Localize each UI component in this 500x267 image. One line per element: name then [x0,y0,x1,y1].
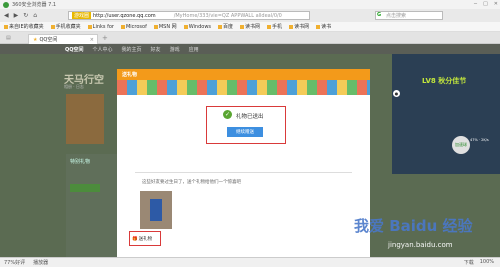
favorite-item[interactable]: 读书 [316,23,331,30]
gift-button-box: 🎁 送礼物 [129,231,161,246]
url-host: http://user.qzone.qq.com [93,12,156,19]
friend-photo[interactable] [140,191,172,229]
favorite-item[interactable]: 百度 [218,23,233,30]
status-bar: 77%好评 播放器 下载 100% [0,257,500,267]
favorite-item[interactable]: 手机 [267,23,282,30]
browser-logo-icon [3,1,9,8]
qzone-nav-item[interactable]: 好友 [151,46,161,53]
ad-text: LV8 秋分佳节 [422,77,467,85]
minimize-icon[interactable]: ─ [474,1,477,7]
watermark-sub: jingyan.baidu.com [388,241,453,249]
qzone-brand[interactable]: QQ空间 [65,46,84,53]
address-toolbar: ◀ ▶ ↻ ⌂ 游戏圈 http://user.qzone.qq.com /My… [0,9,500,22]
qzone-nav-item[interactable]: 游戏 [170,46,180,53]
new-tab-icon[interactable]: + [102,34,108,42]
search-engine-icon: G [377,12,382,18]
baidu-watermark: 我爱 Baidu 经验 jingyan.baidu.com [354,215,494,255]
tab-label: QQ空间 [39,37,58,43]
gift-icon: 🎁 [132,236,138,242]
back-icon[interactable]: ◀ [4,12,9,19]
window-title: 360安全浏览器 7.1 [12,2,57,8]
favorite-item[interactable]: Microsof [121,24,147,30]
tab-bar: ▤ ★ QQ空间 × + [0,32,500,44]
forward-icon[interactable]: ▶ [14,12,19,19]
window-controls: ─ □ ✕ [474,1,498,7]
dialog-header: 送礼物 [117,69,370,80]
favorite-item[interactable]: 手机收藏夹 [51,23,81,30]
tab-close-icon[interactable]: × [90,37,94,43]
dialog-side-icon[interactable]: ● [393,90,400,97]
url-badge: 游戏圈 [72,12,92,19]
speed-ball-icon[interactable]: 加速球 [452,136,470,154]
right-ad-banner[interactable]: LV8 秋分佳节 [392,54,500,174]
qzone-nav: QQ空间 个人中心 我的主页 好友 游戏 应用 [0,44,500,54]
favorite-item[interactable]: 读书网 [240,23,260,30]
close-icon[interactable]: ✕ [494,1,498,7]
qzone-nav-item[interactable]: 我的主页 [122,46,142,53]
zoom-level[interactable]: 100% [480,259,494,266]
home-icon[interactable]: ⌂ [33,12,37,19]
tab-list-icon[interactable]: ▤ [6,35,11,41]
dialog-banner [117,80,370,95]
status-item[interactable]: 77%好评 [4,259,25,266]
maximize-icon[interactable]: □ [483,1,488,7]
divider [135,172,352,173]
speed-ball-values: 47% · 2K/s [470,138,489,142]
success-box: ✓ 礼物已送出 继续赠送 [206,106,286,144]
check-icon: ✓ [223,110,232,119]
status-right-item[interactable]: 下载 [464,259,474,266]
tab-qzone[interactable]: ★ QQ空间 × [28,34,98,44]
qzone-nav-item[interactable]: 个人中心 [93,46,113,53]
search-placeholder: 点击搜索 [386,13,407,19]
send-gift-button[interactable]: 🎁 送礼物 [132,236,153,243]
favorite-item[interactable]: Links for [88,24,114,30]
url-input[interactable]: 游戏圈 http://user.qzone.qq.com /MyHome/333… [68,11,310,20]
favorites-bar: 来自IE的收藏夹 手机收藏夹 Links for Microsof MSN 网 … [0,22,500,32]
tab-favicon-icon: ★ [33,36,38,43]
success-text: 礼物已送出 [236,114,264,120]
watermark-main: 我爱 Baidu 经验 [354,217,473,235]
space-subtitle: 相册 · 日志 [64,84,84,89]
favorite-item[interactable]: 读书网 [289,23,309,30]
send-gift-label: 送礼物 [138,237,153,242]
qzone-nav-item[interactable]: 应用 [189,46,199,53]
continue-send-button[interactable]: 继续赠送 [227,127,263,137]
search-input[interactable]: G 点击搜索 [375,11,443,20]
favorite-item[interactable]: Windows [184,24,211,30]
left-panel: 特别礼物 [66,154,118,257]
favorite-item[interactable]: 来自IE的收藏夹 [4,23,44,30]
birthday-hint: 这些好友要过生日了，送个礼物给他们一个惊喜吧 [142,180,241,185]
status-item[interactable]: 播放器 [33,259,48,266]
refresh-icon[interactable]: ↻ [23,12,28,19]
status-right: 下载 100% [464,259,494,266]
left-panel-title: 特别礼物 [70,159,91,165]
left-panel-button[interactable] [70,184,100,192]
user-avatar[interactable] [66,94,104,144]
gift-dialog: 送礼物 ✓ 礼物已送出 继续赠送 这些好友要过生日了，送个礼物给他们一个惊喜吧 … [117,69,370,257]
url-path: /MyHome/333/vie=QZ APPWALL alldeal/0/0 [173,12,282,19]
title-bar: 360安全浏览器 7.1 ─ □ ✕ [0,0,500,9]
favorite-item[interactable]: MSN 网 [154,23,177,30]
